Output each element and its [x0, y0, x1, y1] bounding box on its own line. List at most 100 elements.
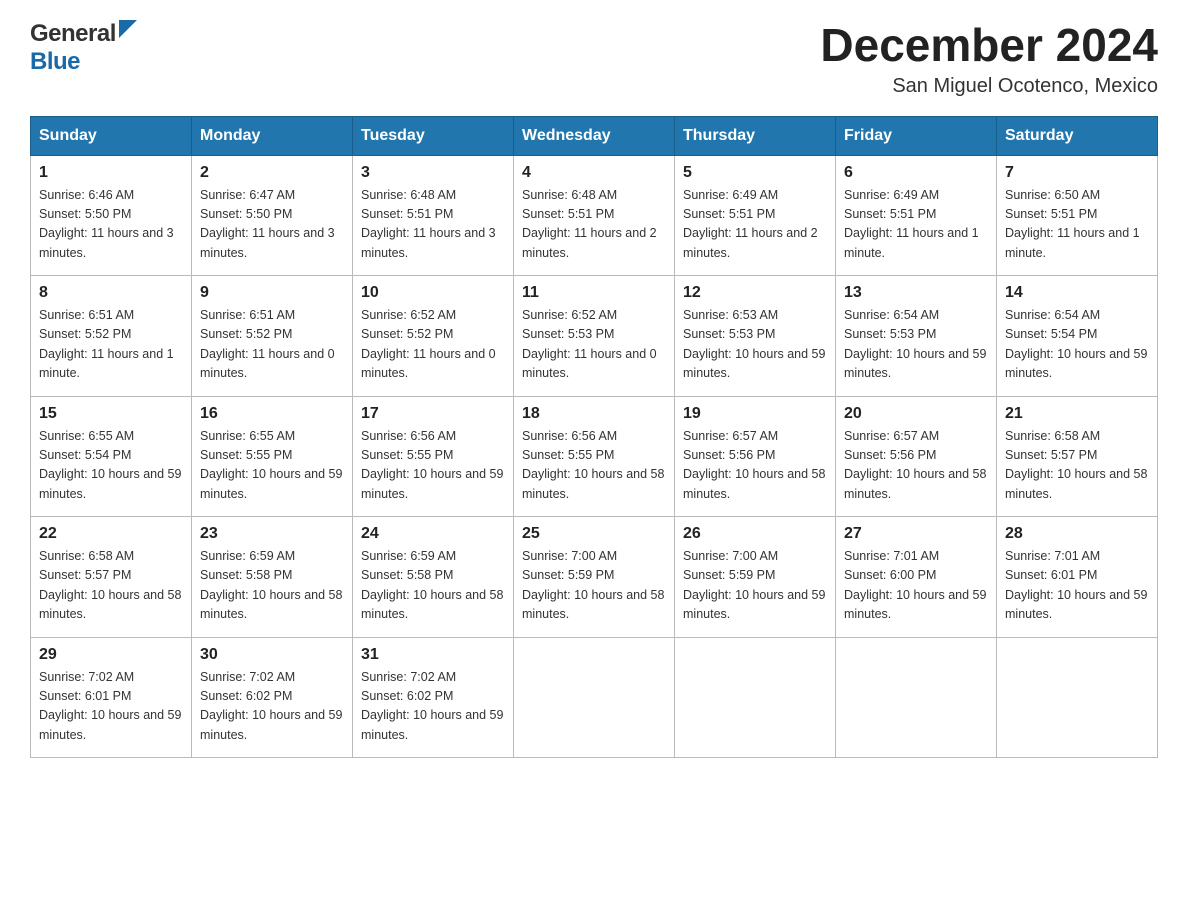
cell-info: Sunrise: 6:57 AMSunset: 5:56 PMDaylight:…: [683, 429, 825, 501]
calendar-cell: 11 Sunrise: 6:52 AMSunset: 5:53 PMDaylig…: [514, 276, 675, 397]
calendar-cell: 19 Sunrise: 6:57 AMSunset: 5:56 PMDaylig…: [675, 396, 836, 517]
cell-info: Sunrise: 6:58 AMSunset: 5:57 PMDaylight:…: [39, 549, 181, 621]
calendar-cell: 16 Sunrise: 6:55 AMSunset: 5:55 PMDaylig…: [192, 396, 353, 517]
cell-day-number: 11: [522, 284, 666, 302]
calendar-cell: [675, 637, 836, 758]
calendar-cell: 20 Sunrise: 6:57 AMSunset: 5:56 PMDaylig…: [836, 396, 997, 517]
calendar-cell: 22 Sunrise: 6:58 AMSunset: 5:57 PMDaylig…: [31, 517, 192, 638]
cell-info: Sunrise: 6:59 AMSunset: 5:58 PMDaylight:…: [200, 549, 342, 621]
calendar-cell: 27 Sunrise: 7:01 AMSunset: 6:00 PMDaylig…: [836, 517, 997, 638]
cell-info: Sunrise: 6:48 AMSunset: 5:51 PMDaylight:…: [361, 188, 496, 260]
cell-info: Sunrise: 6:46 AMSunset: 5:50 PMDaylight:…: [39, 188, 174, 260]
cell-day-number: 29: [39, 646, 183, 664]
cell-info: Sunrise: 6:57 AMSunset: 5:56 PMDaylight:…: [844, 429, 986, 501]
cell-day-number: 5: [683, 164, 827, 182]
cell-day-number: 15: [39, 405, 183, 423]
cell-day-number: 23: [200, 525, 344, 543]
calendar-cell: 4 Sunrise: 6:48 AMSunset: 5:51 PMDayligh…: [514, 155, 675, 276]
calendar-cell: 9 Sunrise: 6:51 AMSunset: 5:52 PMDayligh…: [192, 276, 353, 397]
cell-day-number: 6: [844, 164, 988, 182]
cell-day-number: 25: [522, 525, 666, 543]
cell-day-number: 24: [361, 525, 505, 543]
cell-info: Sunrise: 6:50 AMSunset: 5:51 PMDaylight:…: [1005, 188, 1140, 260]
cell-day-number: 1: [39, 164, 183, 182]
cell-day-number: 7: [1005, 164, 1149, 182]
cell-day-number: 21: [1005, 405, 1149, 423]
calendar-header-row: SundayMondayTuesdayWednesdayThursdayFrid…: [31, 116, 1158, 155]
cell-info: Sunrise: 6:49 AMSunset: 5:51 PMDaylight:…: [844, 188, 979, 260]
cell-info: Sunrise: 7:01 AMSunset: 6:01 PMDaylight:…: [1005, 549, 1147, 621]
cell-info: Sunrise: 6:47 AMSunset: 5:50 PMDaylight:…: [200, 188, 335, 260]
logo-blue-text: Blue: [30, 48, 80, 76]
cell-info: Sunrise: 6:51 AMSunset: 5:52 PMDaylight:…: [200, 308, 335, 380]
logo-general-text: General: [30, 20, 116, 48]
cell-day-number: 3: [361, 164, 505, 182]
calendar-week-row: 1 Sunrise: 6:46 AMSunset: 5:50 PMDayligh…: [31, 155, 1158, 276]
calendar-cell: 1 Sunrise: 6:46 AMSunset: 5:50 PMDayligh…: [31, 155, 192, 276]
title-block: December 2024 San Miguel Ocotenco, Mexic…: [820, 20, 1158, 98]
calendar-cell: 24 Sunrise: 6:59 AMSunset: 5:58 PMDaylig…: [353, 517, 514, 638]
calendar-cell: 8 Sunrise: 6:51 AMSunset: 5:52 PMDayligh…: [31, 276, 192, 397]
cell-info: Sunrise: 6:55 AMSunset: 5:55 PMDaylight:…: [200, 429, 342, 501]
cell-info: Sunrise: 6:58 AMSunset: 5:57 PMDaylight:…: [1005, 429, 1147, 501]
cell-info: Sunrise: 6:49 AMSunset: 5:51 PMDaylight:…: [683, 188, 818, 260]
cell-info: Sunrise: 7:00 AMSunset: 5:59 PMDaylight:…: [683, 549, 825, 621]
cell-info: Sunrise: 6:52 AMSunset: 5:52 PMDaylight:…: [361, 308, 496, 380]
calendar-week-row: 29 Sunrise: 7:02 AMSunset: 6:01 PMDaylig…: [31, 637, 1158, 758]
cell-day-number: 31: [361, 646, 505, 664]
calendar-cell: 3 Sunrise: 6:48 AMSunset: 5:51 PMDayligh…: [353, 155, 514, 276]
cell-day-number: 27: [844, 525, 988, 543]
calendar-cell: 17 Sunrise: 6:56 AMSunset: 5:55 PMDaylig…: [353, 396, 514, 517]
calendar-day-header: Tuesday: [353, 116, 514, 155]
cell-info: Sunrise: 6:56 AMSunset: 5:55 PMDaylight:…: [361, 429, 503, 501]
page-subtitle: San Miguel Ocotenco, Mexico: [820, 75, 1158, 98]
cell-day-number: 22: [39, 525, 183, 543]
calendar-cell: 2 Sunrise: 6:47 AMSunset: 5:50 PMDayligh…: [192, 155, 353, 276]
calendar-cell: [514, 637, 675, 758]
calendar-cell: 12 Sunrise: 6:53 AMSunset: 5:53 PMDaylig…: [675, 276, 836, 397]
calendar-cell: [997, 637, 1158, 758]
cell-day-number: 9: [200, 284, 344, 302]
calendar-week-row: 22 Sunrise: 6:58 AMSunset: 5:57 PMDaylig…: [31, 517, 1158, 638]
calendar-cell: 31 Sunrise: 7:02 AMSunset: 6:02 PMDaylig…: [353, 637, 514, 758]
calendar-cell: 18 Sunrise: 6:56 AMSunset: 5:55 PMDaylig…: [514, 396, 675, 517]
cell-day-number: 20: [844, 405, 988, 423]
cell-day-number: 16: [200, 405, 344, 423]
calendar-cell: 13 Sunrise: 6:54 AMSunset: 5:53 PMDaylig…: [836, 276, 997, 397]
calendar-cell: 26 Sunrise: 7:00 AMSunset: 5:59 PMDaylig…: [675, 517, 836, 638]
page-title: December 2024: [820, 20, 1158, 71]
cell-info: Sunrise: 6:52 AMSunset: 5:53 PMDaylight:…: [522, 308, 657, 380]
cell-day-number: 18: [522, 405, 666, 423]
calendar-week-row: 15 Sunrise: 6:55 AMSunset: 5:54 PMDaylig…: [31, 396, 1158, 517]
calendar-cell: 30 Sunrise: 7:02 AMSunset: 6:02 PMDaylig…: [192, 637, 353, 758]
calendar-table: SundayMondayTuesdayWednesdayThursdayFrid…: [30, 116, 1158, 759]
cell-day-number: 4: [522, 164, 666, 182]
cell-info: Sunrise: 7:02 AMSunset: 6:02 PMDaylight:…: [361, 670, 503, 742]
calendar-day-header: Sunday: [31, 116, 192, 155]
cell-day-number: 30: [200, 646, 344, 664]
calendar-cell: 10 Sunrise: 6:52 AMSunset: 5:52 PMDaylig…: [353, 276, 514, 397]
cell-info: Sunrise: 6:53 AMSunset: 5:53 PMDaylight:…: [683, 308, 825, 380]
cell-day-number: 10: [361, 284, 505, 302]
calendar-cell: 25 Sunrise: 7:00 AMSunset: 5:59 PMDaylig…: [514, 517, 675, 638]
cell-day-number: 26: [683, 525, 827, 543]
cell-info: Sunrise: 6:54 AMSunset: 5:54 PMDaylight:…: [1005, 308, 1147, 380]
cell-day-number: 12: [683, 284, 827, 302]
calendar-day-header: Saturday: [997, 116, 1158, 155]
calendar-cell: 6 Sunrise: 6:49 AMSunset: 5:51 PMDayligh…: [836, 155, 997, 276]
cell-day-number: 2: [200, 164, 344, 182]
cell-info: Sunrise: 6:59 AMSunset: 5:58 PMDaylight:…: [361, 549, 503, 621]
cell-info: Sunrise: 7:02 AMSunset: 6:01 PMDaylight:…: [39, 670, 181, 742]
calendar-cell: 29 Sunrise: 7:02 AMSunset: 6:01 PMDaylig…: [31, 637, 192, 758]
cell-day-number: 13: [844, 284, 988, 302]
logo: General Blue: [30, 20, 137, 76]
cell-day-number: 8: [39, 284, 183, 302]
cell-info: Sunrise: 6:54 AMSunset: 5:53 PMDaylight:…: [844, 308, 986, 380]
calendar-cell: [836, 637, 997, 758]
calendar-day-header: Monday: [192, 116, 353, 155]
cell-info: Sunrise: 7:01 AMSunset: 6:00 PMDaylight:…: [844, 549, 986, 621]
calendar-cell: 28 Sunrise: 7:01 AMSunset: 6:01 PMDaylig…: [997, 517, 1158, 638]
cell-day-number: 17: [361, 405, 505, 423]
calendar-cell: 14 Sunrise: 6:54 AMSunset: 5:54 PMDaylig…: [997, 276, 1158, 397]
calendar-cell: 5 Sunrise: 6:49 AMSunset: 5:51 PMDayligh…: [675, 155, 836, 276]
